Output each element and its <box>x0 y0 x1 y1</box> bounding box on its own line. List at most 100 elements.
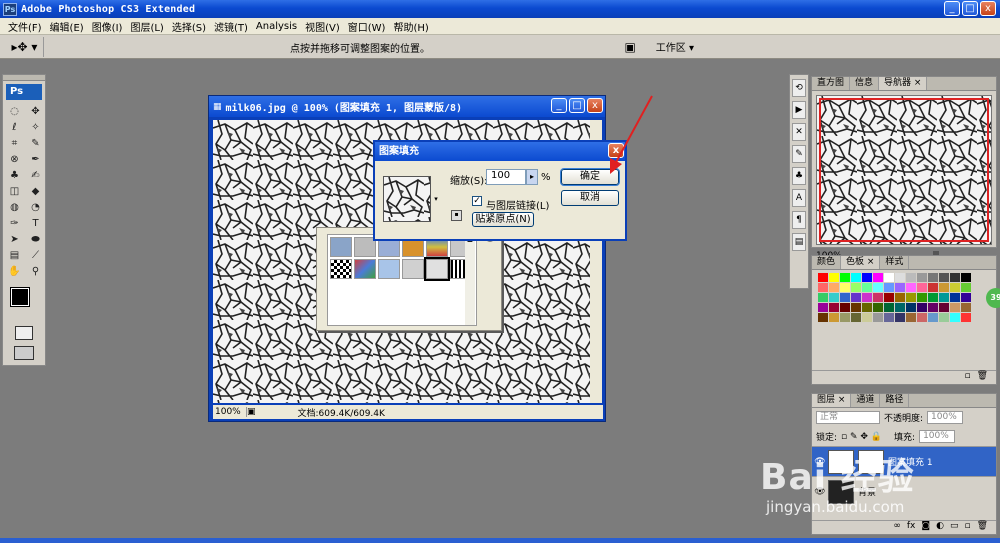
color-swatch[interactable] <box>840 273 850 282</box>
color-swatch[interactable] <box>873 313 883 322</box>
color-swatch[interactable] <box>851 313 861 322</box>
pattern-dropdown-icon[interactable]: ▾ <box>432 176 440 222</box>
document-title-bar[interactable]: ▦ milk06.jpg @ 100% (图案填充 1, 图层蒙版/8) <box>209 96 605 117</box>
color-swatch[interactable] <box>829 303 839 312</box>
color-swatch[interactable] <box>851 283 861 292</box>
hand-tool-icon[interactable]: ✋ <box>5 264 24 280</box>
adjustment-layer-icon[interactable]: ◐ <box>936 521 944 534</box>
color-swatch[interactable] <box>884 303 894 312</box>
clone-stamp-icon[interactable]: ♣ <box>5 168 24 184</box>
delete-swatch-icon[interactable]: 🗑 <box>977 371 988 384</box>
marquee-tool-icon[interactable]: ◌ <box>5 104 24 120</box>
color-swatch[interactable] <box>939 283 949 292</box>
color-swatch[interactable] <box>818 313 828 322</box>
fill-input[interactable]: 100% <box>919 430 956 443</box>
menu-file[interactable]: 文件(F) <box>4 19 46 34</box>
color-swatch[interactable] <box>884 273 894 282</box>
color-swatch[interactable] <box>906 283 916 292</box>
pattern-swatch[interactable] <box>330 259 352 279</box>
dodge-tool-icon[interactable]: ◔ <box>26 200 45 216</box>
link-with-layer-checkbox[interactable]: ✓ <box>472 196 482 206</box>
crop-tool-icon[interactable]: ⌗ <box>5 136 24 152</box>
new-layer-icon[interactable]: ▫ <box>964 521 970 534</box>
maximize-button[interactable]: □ <box>962 1 978 16</box>
menu-image[interactable]: 图像(I) <box>88 19 127 34</box>
notification-badge[interactable]: 39 <box>986 288 1000 308</box>
ok-button[interactable]: 确定 <box>560 168 620 186</box>
doc-close-button[interactable]: x <box>587 98 603 113</box>
color-swatch[interactable] <box>939 273 949 282</box>
color-swatch[interactable] <box>851 303 861 312</box>
color-swatch[interactable] <box>895 293 905 302</box>
snap-to-origin-button[interactable]: 贴紧原点(N) <box>472 212 534 227</box>
clone-source-icon[interactable]: ♣ <box>792 167 806 185</box>
color-swatch[interactable] <box>917 293 927 302</box>
character-panel-icon[interactable]: A <box>792 189 806 207</box>
tab-swatches[interactable]: 色板 × <box>841 256 881 269</box>
color-swatch[interactable] <box>917 303 927 312</box>
color-swatch[interactable] <box>895 313 905 322</box>
eraser-tool-icon[interactable]: ◫ <box>5 184 24 200</box>
color-swatch[interactable] <box>862 293 872 302</box>
color-swatch[interactable] <box>818 293 828 302</box>
color-swatch[interactable] <box>928 273 938 282</box>
color-swatch[interactable] <box>950 273 960 282</box>
color-swatch[interactable] <box>906 313 916 322</box>
tool-presets-icon[interactable]: ✕ <box>792 123 806 141</box>
history-panel-icon[interactable]: ⟲ <box>792 79 806 97</box>
color-swatch[interactable] <box>961 283 971 292</box>
color-swatch[interactable] <box>950 283 960 292</box>
color-swatch[interactable] <box>851 273 861 282</box>
tab-channels[interactable]: 通道 <box>851 394 881 407</box>
color-swatch[interactable] <box>950 303 960 312</box>
tab-styles[interactable]: 样式 <box>880 256 910 269</box>
paint-bucket-icon[interactable]: ◆ <box>26 184 45 200</box>
color-swatch[interactable] <box>917 283 927 292</box>
color-swatch[interactable] <box>950 313 960 322</box>
cancel-button[interactable]: 取消 <box>561 190 619 206</box>
color-swatch[interactable] <box>873 283 883 292</box>
color-swatch[interactable] <box>961 313 971 322</box>
zoom-tool-icon[interactable]: ⚲ <box>26 264 45 280</box>
document-info[interactable]: 文档:609.4K/609.4K <box>298 406 385 419</box>
menu-window[interactable]: 窗口(W) <box>344 19 390 34</box>
blend-mode-select[interactable]: 正常 <box>816 411 880 424</box>
menu-analysis[interactable]: Analysis <box>252 21 301 32</box>
notes-tool-icon[interactable]: ▤ <box>5 248 24 264</box>
color-swatch[interactable] <box>840 303 850 312</box>
quick-mask-icon[interactable] <box>15 326 33 340</box>
color-swatch[interactable] <box>829 313 839 322</box>
history-brush-icon[interactable]: ✍ <box>26 168 45 184</box>
pattern-list-scrollbar[interactable]: ▲ <box>465 235 475 325</box>
color-swatch[interactable] <box>961 293 971 302</box>
menu-filter[interactable]: 滤镜(T) <box>210 19 252 34</box>
swatch-grid[interactable] <box>812 270 996 325</box>
color-swatch[interactable] <box>939 293 949 302</box>
color-swatch[interactable] <box>917 273 927 282</box>
color-swatch[interactable] <box>928 303 938 312</box>
doc-maximize-button[interactable]: □ <box>569 98 585 113</box>
pattern-swatch[interactable] <box>378 259 400 279</box>
dialog-close-button[interactable]: x <box>608 143 624 158</box>
lasso-tool-icon[interactable]: ℓ <box>5 120 24 136</box>
color-swatch[interactable] <box>884 313 894 322</box>
dialog-title[interactable]: 图案填充 x <box>375 142 625 161</box>
color-swatch[interactable] <box>939 313 949 322</box>
color-swatch[interactable] <box>862 273 872 282</box>
color-swatch[interactable] <box>862 283 872 292</box>
color-swatch[interactable] <box>840 293 850 302</box>
move-tool-preset-icon[interactable]: ▸✥ ▾ <box>6 36 44 57</box>
navigator-view-box[interactable] <box>819 98 989 242</box>
new-swatch-icon[interactable]: ▫ <box>964 371 970 384</box>
brush-tool-icon[interactable]: ✒ <box>26 152 45 168</box>
workspace-button[interactable]: 工作区 ▾ <box>650 38 700 55</box>
shape-tool-icon[interactable]: ⬬ <box>26 232 45 248</box>
color-swatch[interactable] <box>829 293 839 302</box>
color-swatch[interactable] <box>840 313 850 322</box>
menu-select[interactable]: 选择(S) <box>168 19 210 34</box>
color-swatch[interactable] <box>895 283 905 292</box>
color-swatch[interactable] <box>906 293 916 302</box>
color-swatch[interactable] <box>928 283 938 292</box>
pattern-preview[interactable] <box>383 176 431 222</box>
status-menu-icon[interactable]: ▣ <box>247 407 256 417</box>
